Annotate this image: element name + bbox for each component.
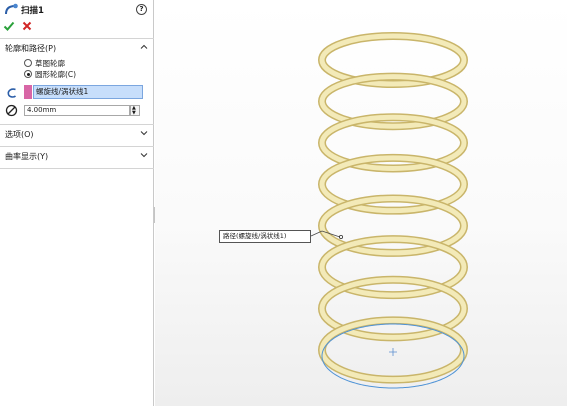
path-callout-label[interactable]: 路径(螺旋线/涡状线1) bbox=[219, 230, 311, 243]
spring-model[interactable] bbox=[0, 0, 567, 406]
origin-marker bbox=[389, 348, 397, 356]
helix-coils[interactable] bbox=[318, 32, 468, 384]
